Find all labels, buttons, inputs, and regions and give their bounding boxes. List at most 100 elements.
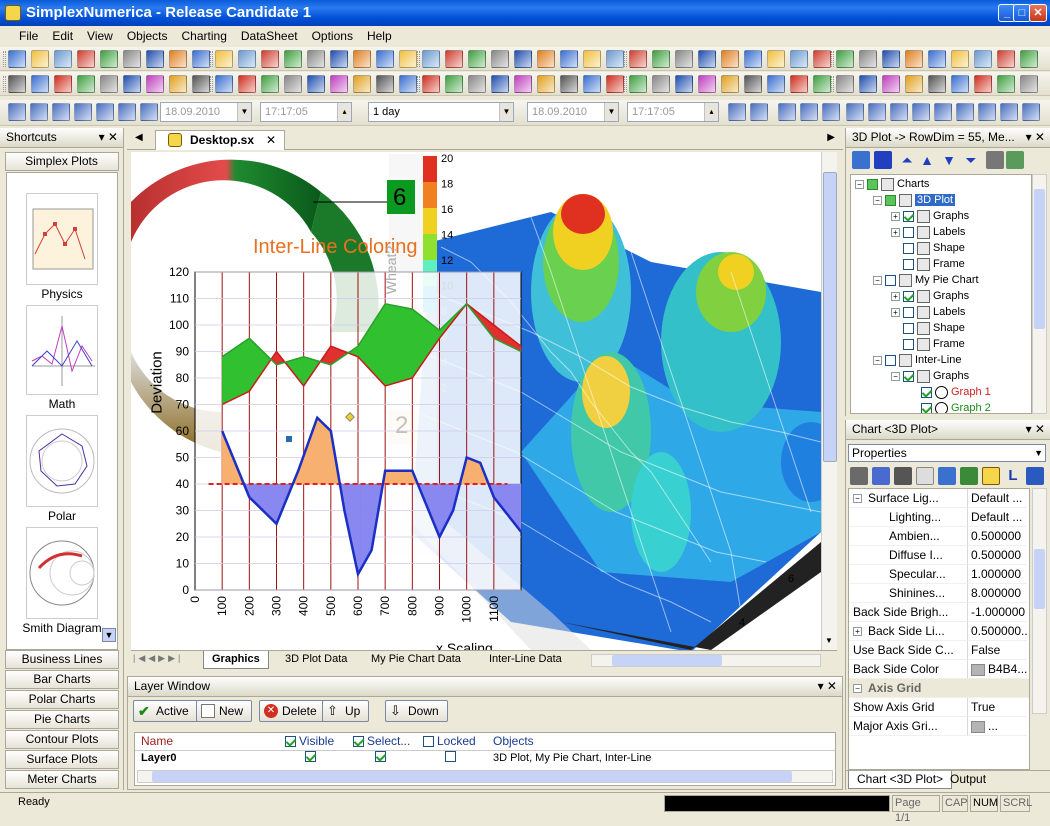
- tree-checkbox[interactable]: [867, 178, 878, 190]
- label-icon[interactable]: L: [1004, 467, 1022, 485]
- toolbar-button-icon[interactable]: [192, 75, 210, 93]
- delete-button[interactable]: ✕ Delete: [259, 700, 326, 722]
- sheet-tab-3d-plot-data[interactable]: 3D Plot Data: [277, 651, 355, 669]
- toolbar-button-icon[interactable]: [146, 75, 164, 93]
- toolbar-button-icon[interactable]: [905, 75, 923, 93]
- table-row[interactable]: Layer0 3D Plot, My Pie Chart, Inter-Line: [135, 751, 835, 767]
- toolbar-button-icon[interactable]: [928, 75, 946, 93]
- chevron-down-icon[interactable]: ▼: [499, 103, 513, 121]
- toolbar-button-icon[interactable]: [353, 50, 371, 68]
- toolbar-button-icon[interactable]: [54, 50, 72, 68]
- collapse-icon[interactable]: −: [873, 275, 882, 285]
- start-date-field[interactable]: 18.09.2010 ▼: [160, 102, 252, 122]
- toolbar-button-icon[interactable]: [399, 75, 417, 93]
- toolbar-button-icon[interactable]: [583, 75, 601, 93]
- property-name[interactable]: Diffuse I...: [849, 546, 967, 565]
- menu-help[interactable]: Help: [360, 26, 399, 43]
- property-value[interactable]: ...: [967, 717, 1027, 736]
- props-scrollbar[interactable]: [1032, 488, 1047, 714]
- toolbar-button-icon[interactable]: [169, 50, 187, 68]
- toolbar-button-icon[interactable]: [118, 103, 136, 121]
- active-button[interactable]: ✔ Active: [133, 700, 198, 722]
- tree-item[interactable]: Frame: [891, 337, 965, 353]
- tab-right-arrow-icon[interactable]: ▶: [827, 132, 835, 143]
- toolbar-button-icon[interactable]: [537, 75, 555, 93]
- toolbar-button-icon[interactable]: [261, 75, 279, 93]
- tree-item[interactable]: + Labels: [891, 305, 965, 321]
- toolbar-button-icon[interactable]: [846, 103, 864, 121]
- toolbar-button-icon[interactable]: [836, 75, 854, 93]
- toolbar-button-icon[interactable]: [54, 75, 72, 93]
- close-icon[interactable]: ▾ ✕: [1026, 420, 1045, 439]
- toolbar-button-icon[interactable]: [978, 103, 996, 121]
- tree-checkbox[interactable]: [903, 370, 914, 382]
- toolbar-button-icon[interactable]: [951, 75, 969, 93]
- tree-checkbox[interactable]: [921, 402, 932, 413]
- polar-charts-button[interactable]: Polar Charts: [5, 690, 119, 709]
- grid-icon[interactable]: [960, 467, 978, 485]
- close-icon[interactable]: ▾ ✕: [99, 128, 118, 147]
- toolbar-button-icon[interactable]: [77, 75, 95, 93]
- toolbar-button-icon[interactable]: [928, 50, 946, 68]
- collapse-icon[interactable]: −: [873, 195, 882, 205]
- toolbar-button-icon[interactable]: [997, 50, 1015, 68]
- toolbar-button-icon[interactable]: [934, 103, 952, 121]
- chevron-down-icon[interactable]: ▼: [1034, 445, 1043, 461]
- toolbar-button-icon[interactable]: [750, 103, 768, 121]
- property-value[interactable]: 1.000000: [967, 565, 1027, 584]
- toolbar-button-icon[interactable]: [560, 75, 578, 93]
- toolbar-button-icon[interactable]: [169, 75, 187, 93]
- toolbar-button-icon[interactable]: [422, 50, 440, 68]
- toolbar-button-icon[interactable]: [1022, 103, 1040, 121]
- toolbar-button-icon[interactable]: [951, 50, 969, 68]
- move-down-icon[interactable]: ▼: [940, 151, 958, 169]
- expand-icon[interactable]: +: [853, 627, 862, 637]
- property-name[interactable]: Show Axis Grid: [849, 698, 967, 717]
- tree-item[interactable]: + Labels: [891, 225, 965, 241]
- business-lines-button[interactable]: Business Lines: [5, 650, 119, 669]
- page-icon[interactable]: [916, 467, 934, 485]
- property-name[interactable]: Specular...: [849, 565, 967, 584]
- axis-icon[interactable]: [894, 467, 912, 485]
- toolbar-button-icon[interactable]: [912, 103, 930, 121]
- toolbar-button-icon[interactable]: [1020, 75, 1038, 93]
- close-tab-icon[interactable]: ✕: [266, 131, 276, 149]
- toolbar-button-icon[interactable]: [491, 50, 509, 68]
- tree-checkbox[interactable]: [903, 290, 914, 302]
- toolbar-button-icon[interactable]: [422, 75, 440, 93]
- toolbar-button-icon[interactable]: [261, 50, 279, 68]
- tree-checkbox[interactable]: [903, 210, 914, 222]
- toolbar-button-icon[interactable]: [813, 50, 831, 68]
- toolbar-button-icon[interactable]: [905, 50, 923, 68]
- toolbar-button-icon[interactable]: [238, 75, 256, 93]
- tree-checkbox[interactable]: [885, 194, 896, 206]
- toolbar-button-icon[interactable]: [307, 75, 325, 93]
- expand-icon[interactable]: +: [891, 291, 900, 301]
- up-button[interactable]: ⇧ Up: [322, 700, 370, 722]
- tree-checkbox[interactable]: [903, 242, 914, 254]
- horizontal-scrollbar[interactable]: [137, 770, 833, 783]
- toolbar-button-icon[interactable]: [330, 50, 348, 68]
- vertical-scrollbar[interactable]: ▼: [821, 152, 837, 650]
- end-time-field[interactable]: 17:17:05 ▴: [627, 102, 719, 122]
- chart-canvas[interactable]: 6 4 2018161412108642: [131, 152, 821, 650]
- toolbar-button-icon[interactable]: [813, 75, 831, 93]
- toolbar-button-icon[interactable]: [353, 75, 371, 93]
- toolbar-button-icon[interactable]: [140, 103, 158, 121]
- collapse-icon[interactable]: −: [873, 355, 882, 365]
- tree-checkbox[interactable]: [903, 226, 914, 238]
- toolbar-button-icon[interactable]: [744, 50, 762, 68]
- col-visible[interactable]: Visible: [285, 733, 334, 750]
- menu-objects[interactable]: Objects: [120, 26, 175, 43]
- polar-thumbnail[interactable]: [26, 415, 98, 507]
- toolbar-button-icon[interactable]: [376, 75, 394, 93]
- toolbar-button-icon[interactable]: [146, 50, 164, 68]
- chart-icon[interactable]: [874, 151, 892, 169]
- toolbar-button-icon[interactable]: [790, 75, 808, 93]
- property-value[interactable]: True: [967, 698, 1027, 717]
- toolbar-button-icon[interactable]: [997, 75, 1015, 93]
- tree-checkbox[interactable]: [903, 322, 914, 334]
- pie-charts-button[interactable]: Pie Charts: [5, 710, 119, 729]
- sheet-tab-graphics[interactable]: Graphics: [203, 651, 269, 669]
- tree-checkbox[interactable]: [903, 258, 914, 270]
